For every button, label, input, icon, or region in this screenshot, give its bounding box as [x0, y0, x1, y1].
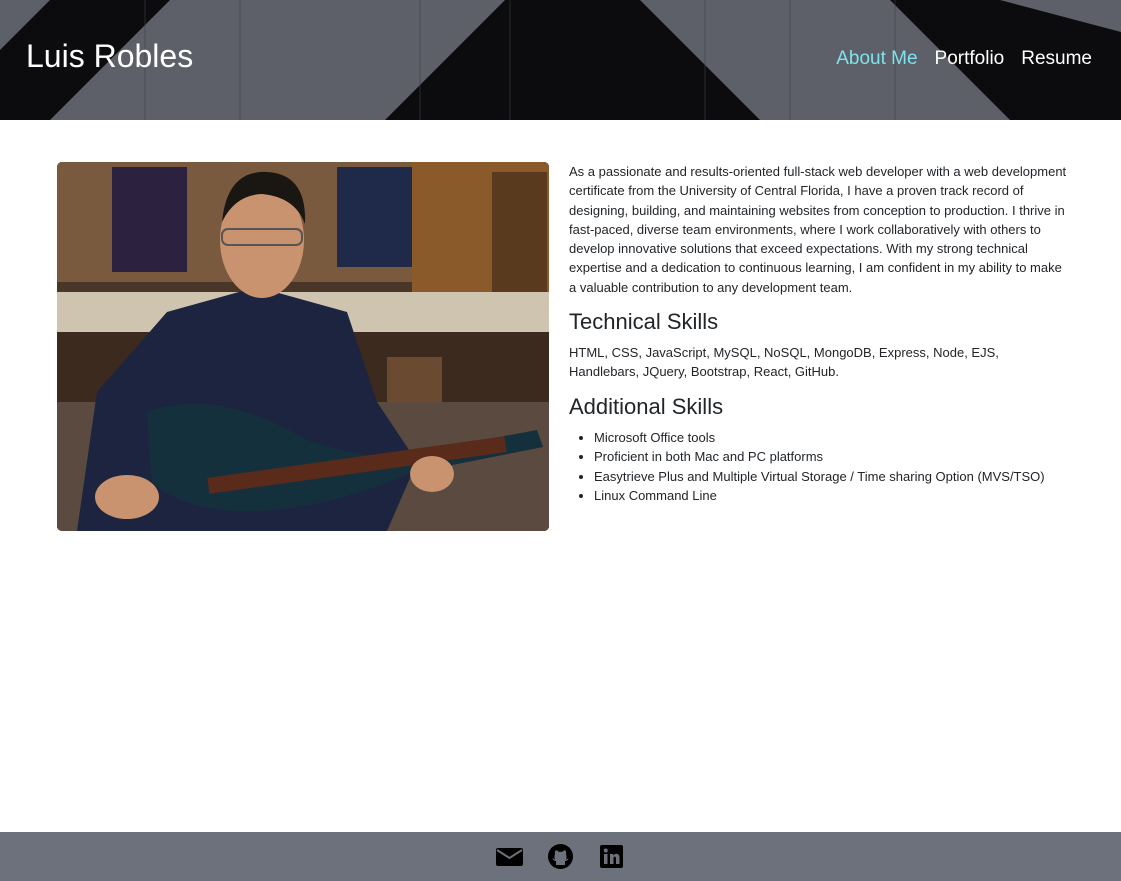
nav-about-me[interactable]: About Me [836, 47, 917, 71]
profile-photo [57, 162, 549, 531]
github-icon[interactable] [547, 843, 574, 870]
list-item: Microsoft Office tools [594, 428, 1069, 448]
linkedin-icon[interactable] [598, 843, 625, 870]
additional-skills-heading: Additional Skills [569, 393, 724, 419]
site-footer [0, 832, 1121, 881]
bio-paragraph: As a passionate and results-oriented ful… [569, 164, 1067, 295]
nav-resume[interactable]: Resume [1021, 47, 1092, 71]
technical-skills-heading: Technical Skills [569, 309, 719, 335]
envelope-icon[interactable] [496, 843, 523, 870]
list-item: Proficient in both Mac and PC platforms [594, 447, 1069, 467]
site-title[interactable]: Luis Robles [26, 36, 193, 76]
list-item: Easytrieve Plus and Multiple Virtual Sto… [594, 467, 1069, 487]
nav-portfolio[interactable]: Portfolio [935, 47, 1005, 71]
technical-skills-text: HTML, CSS, JavaScript, MySQL, NoSQL, Mon… [569, 345, 999, 380]
list-item: Linux Command Line [594, 486, 1069, 506]
about-content: As a passionate and results-oriented ful… [569, 162, 1069, 506]
additional-skills-list: Microsoft Office tools Proficient in bot… [569, 428, 1069, 506]
site-header: Luis Robles About Me Portfolio Resume [0, 0, 1121, 120]
main-nav: About Me Portfolio Resume [836, 47, 1092, 71]
